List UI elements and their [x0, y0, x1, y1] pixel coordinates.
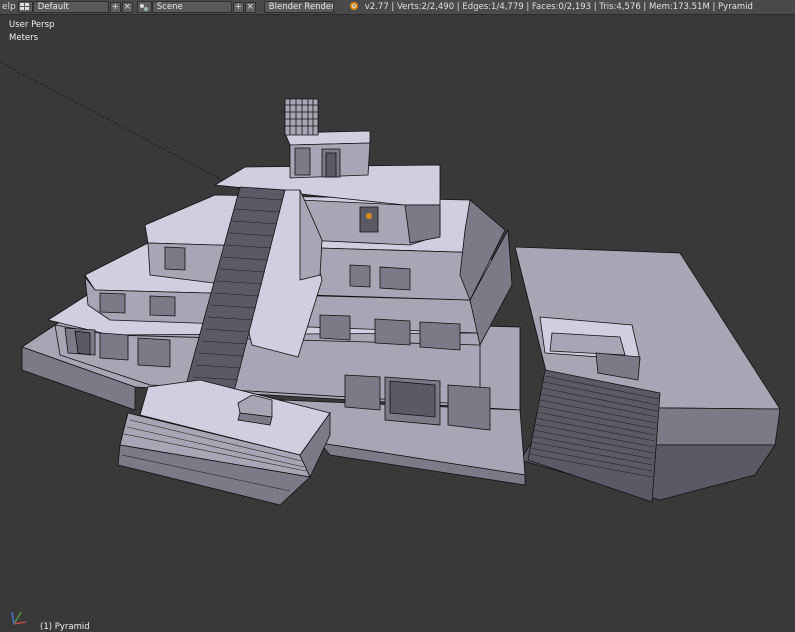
scene-icon[interactable] — [136, 1, 152, 13]
3d-viewport[interactable]: User Persp Meters (1) Pyramid — [0, 15, 795, 632]
delete-screen-button[interactable]: × — [121, 1, 133, 13]
info-header: elp Default + × Scene + × Blender Render… — [0, 0, 795, 15]
scene-statistics: v2.77 | Verts:2/2,490 | Edges:1/4,779 | … — [364, 2, 753, 12]
render-engine-dropdown[interactable]: Blender Render ⇕ — [263, 1, 334, 13]
selected-object-label: (1) Pyramid — [40, 622, 90, 632]
pyramid-mesh[interactable] — [0, 15, 795, 628]
screen-layout-icon[interactable] — [17, 1, 33, 13]
help-menu[interactable]: elp — [0, 2, 18, 12]
scene-field[interactable]: Scene — [151, 1, 232, 13]
add-screen-button[interactable]: + — [109, 1, 121, 13]
blender-logo-icon — [348, 1, 359, 14]
render-engine-selector: Blender Render ⇕ — [263, 1, 334, 13]
render-engine-label: Blender Render — [268, 2, 334, 12]
screen-layout-selector: Default + × — [17, 1, 133, 13]
axis-gizmo-icon — [11, 611, 27, 625]
delete-scene-button[interactable]: × — [244, 1, 256, 13]
screen-layout-field[interactable]: Default — [32, 1, 109, 13]
add-scene-button[interactable]: + — [232, 1, 244, 13]
scene-selector: Scene + × — [136, 1, 256, 13]
